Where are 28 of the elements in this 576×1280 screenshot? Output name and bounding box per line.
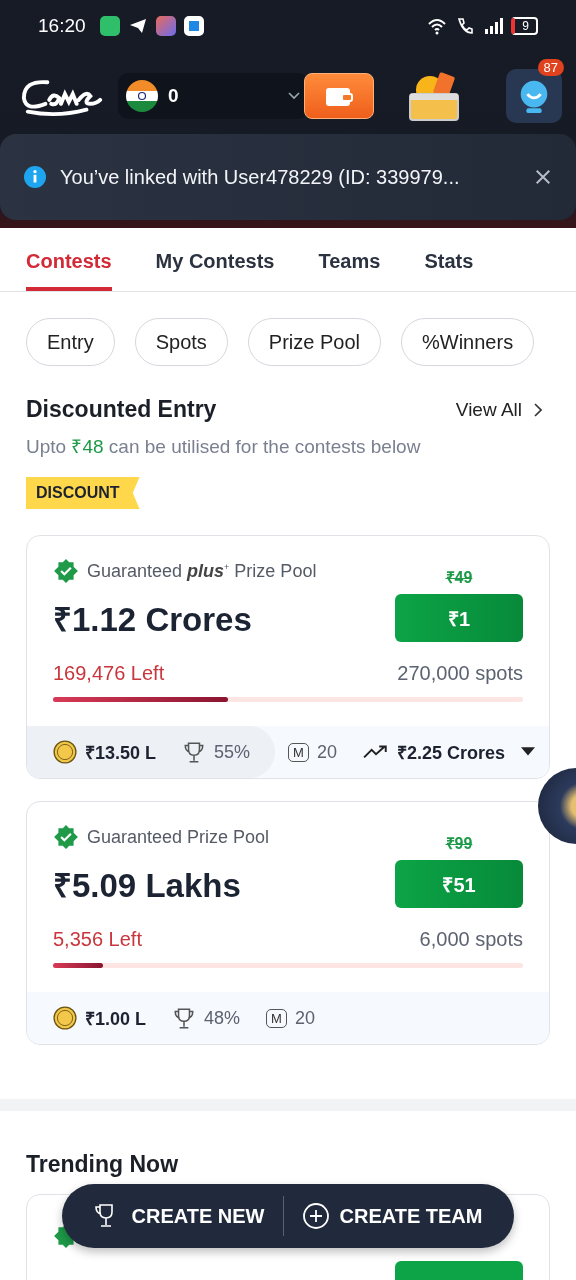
max-entries-count: 20 xyxy=(316,741,337,763)
first-prize-amount: ₹1.00 L xyxy=(85,1008,147,1030)
battery-indicator: 9 xyxy=(511,17,538,35)
original-price: ₹99 xyxy=(445,834,473,854)
discount-tag: DISCOUNT xyxy=(26,477,140,509)
prize-pool-label: Guaranteed plus$^{+}$ Prize Pool xyxy=(87,560,317,582)
banner-message: You’ve linked with User478229 (ID: 339979... xyxy=(60,165,461,189)
total-spots: 270,000 spots xyxy=(397,662,523,685)
winners-percent: 55% xyxy=(214,741,251,763)
discount-subtitle: Upto ₹48 can be utilised for the contests below xyxy=(26,435,422,459)
balance-amount: 0 xyxy=(168,85,180,107)
section-title: Discounted Entry xyxy=(26,396,217,423)
winners-percent: 48% xyxy=(204,1007,241,1029)
trending-prize-amount: ₹2.25 Crores xyxy=(396,742,505,764)
first-prize-amount: ₹13.50 L xyxy=(85,742,157,764)
status-time: 16:20 xyxy=(38,15,86,37)
total-spots: 6,000 spots xyxy=(419,928,523,951)
prize-amount: ₹5.09 Lakhs xyxy=(53,866,242,906)
spots-left: 169,476 Left xyxy=(53,662,165,685)
max-entries-badge: M xyxy=(288,742,309,762)
prize-pool-label: Guaranteed Prize Pool xyxy=(87,826,270,848)
notification-badge: 87 xyxy=(537,59,564,76)
section-title: Trending Now xyxy=(26,1151,180,1178)
original-price: ₹49 xyxy=(445,568,473,588)
prize-amount: ₹1.12 Crores xyxy=(53,600,253,640)
max-entries-count: 20 xyxy=(294,1007,315,1029)
max-entries-badge: M xyxy=(266,1008,287,1028)
spots-left: 5,356 Left xyxy=(53,928,142,951)
